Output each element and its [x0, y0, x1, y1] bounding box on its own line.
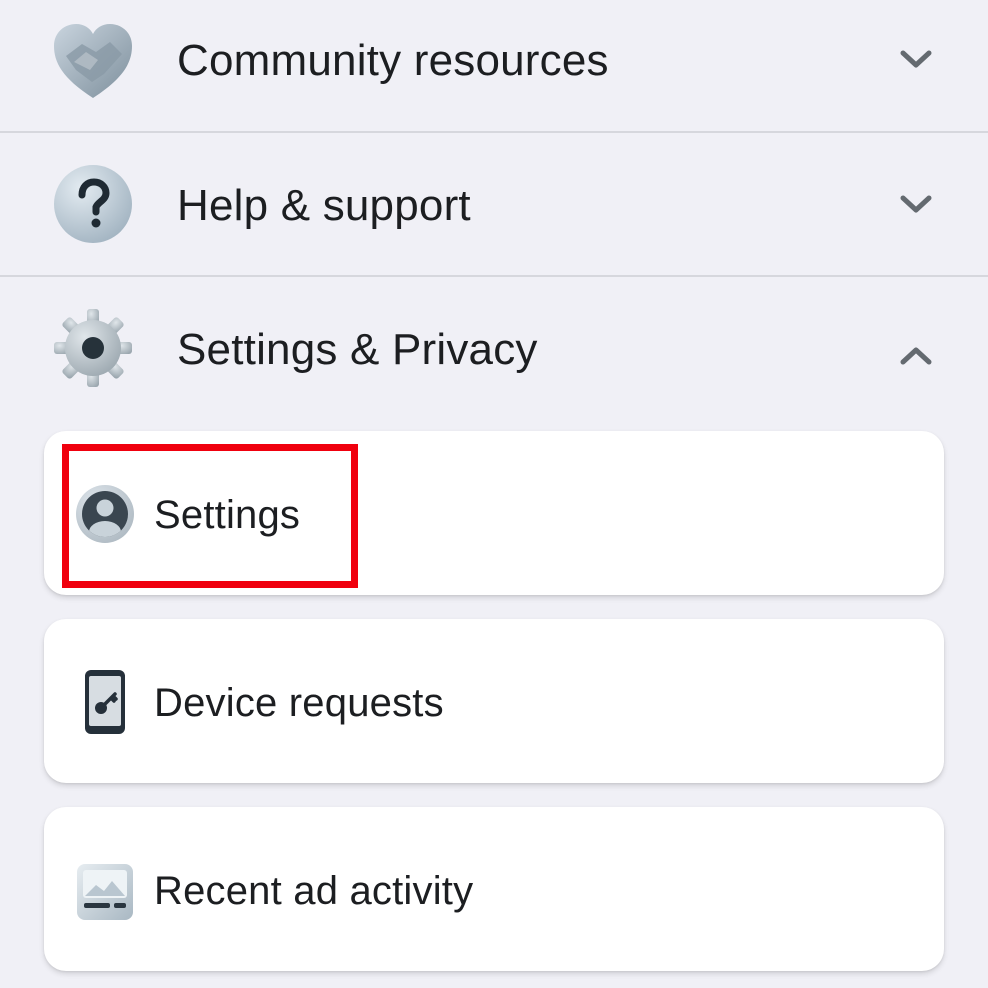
- question-mark-icon: [52, 163, 134, 245]
- menu-item-label: Settings: [154, 493, 301, 537]
- menu-item-label: Recent ad activity: [154, 869, 474, 913]
- phone-key-icon: [74, 667, 136, 737]
- section-label: Community resources: [177, 36, 609, 85]
- menu-item-recent-ad-activity[interactable]: Recent ad activity: [44, 807, 944, 971]
- menu-section-community-resources[interactable]: Community resources: [0, 0, 988, 132]
- section-label: Settings & Privacy: [177, 325, 538, 374]
- chevron-down-icon[interactable]: [896, 185, 936, 225]
- menu-item-device-requests[interactable]: Device requests: [44, 619, 944, 783]
- menu-section-settings-privacy[interactable]: Settings & Privacy: [0, 277, 988, 422]
- chevron-down-icon[interactable]: [896, 40, 936, 80]
- menu-item-label: Device requests: [154, 681, 444, 725]
- ad-image-icon: [74, 857, 136, 927]
- gear-icon: [52, 307, 134, 389]
- user-avatar-icon: [74, 479, 136, 549]
- section-label: Help & support: [177, 181, 471, 230]
- menu-section-help-support[interactable]: Help & support: [0, 133, 988, 276]
- chevron-up-icon[interactable]: [896, 335, 936, 375]
- handshake-heart-icon: [52, 22, 134, 104]
- menu-item-settings[interactable]: Settings: [44, 431, 944, 595]
